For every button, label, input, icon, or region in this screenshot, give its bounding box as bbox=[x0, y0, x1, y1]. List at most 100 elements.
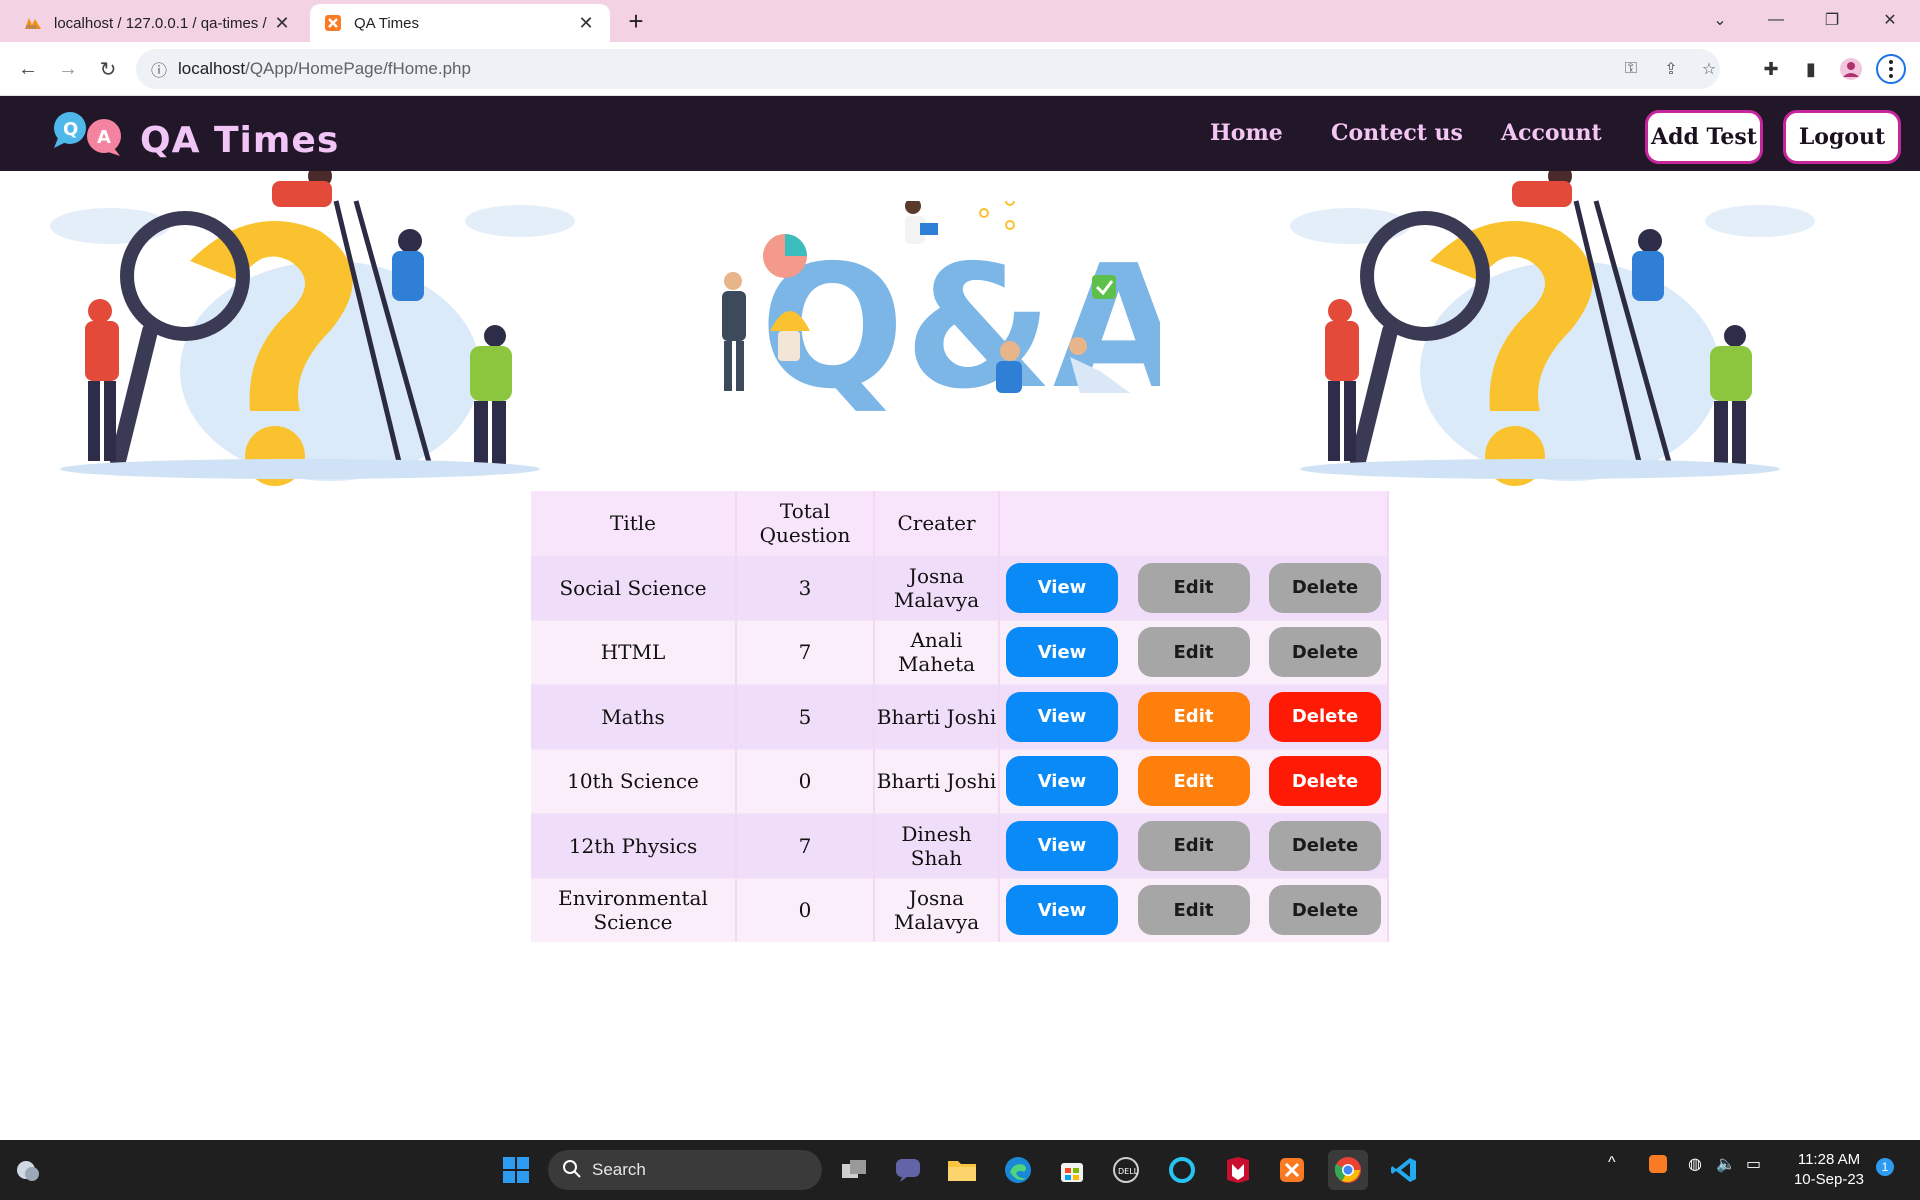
header-actions bbox=[1000, 491, 1389, 555]
cell-actions: View Edit Delete bbox=[1000, 748, 1389, 813]
cell-title: 10th Science bbox=[531, 748, 737, 813]
svg-text:A: A bbox=[97, 127, 111, 148]
view-button[interactable]: View bbox=[1006, 820, 1118, 871]
xampp-taskbar-icon[interactable] bbox=[1272, 1150, 1312, 1190]
cell-total-question: 7 bbox=[737, 813, 875, 878]
new-tab-button[interactable]: + bbox=[622, 8, 650, 36]
nav-home[interactable]: Home bbox=[1210, 120, 1283, 146]
dell-icon[interactable]: DELL bbox=[1106, 1150, 1146, 1190]
view-button[interactable]: View bbox=[1006, 691, 1118, 742]
edit-button[interactable]: Edit bbox=[1137, 691, 1250, 742]
forward-icon[interactable]: → bbox=[54, 55, 82, 83]
delete-button[interactable]: Delete bbox=[1269, 562, 1381, 613]
cell-total-question: 7 bbox=[737, 619, 875, 684]
close-tab-icon[interactable]: ✕ bbox=[272, 13, 292, 33]
cell-creator: Bharti Joshi bbox=[875, 684, 1000, 749]
edit-button[interactable]: Edit bbox=[1137, 885, 1250, 936]
close-tab-icon[interactable]: ✕ bbox=[576, 13, 596, 33]
back-icon[interactable]: ← bbox=[14, 55, 42, 83]
cell-total-question: 0 bbox=[737, 748, 875, 813]
delete-button[interactable]: Delete bbox=[1269, 756, 1381, 807]
tab-phpmyadmin[interactable]: PMA localhost / 127.0.0.1 / qa-times / ✕ bbox=[10, 4, 306, 42]
vscode-icon[interactable] bbox=[1384, 1150, 1424, 1190]
start-windows-icon[interactable] bbox=[496, 1150, 536, 1190]
cell-actions: View Edit Delete bbox=[1000, 877, 1389, 942]
site-info-icon[interactable]: ⓘ bbox=[148, 58, 170, 80]
system-clock[interactable]: 11:28 AM 10-Sep-23 bbox=[1786, 1150, 1872, 1190]
url-text: localhost/QApp/HomePage/fHome.php bbox=[178, 59, 471, 78]
add-test-button[interactable]: Add Test bbox=[1645, 110, 1763, 164]
language-globe-icon[interactable]: ◍ bbox=[1688, 1154, 1702, 1174]
file-explorer-icon[interactable] bbox=[942, 1150, 982, 1190]
header-total-question: Total Question bbox=[737, 491, 875, 555]
edit-button[interactable]: Edit bbox=[1137, 627, 1250, 678]
restore-icon[interactable]: ❐ bbox=[1812, 4, 1852, 36]
cell-actions: View Edit Delete bbox=[1000, 684, 1389, 749]
delete-button[interactable]: Delete bbox=[1269, 885, 1381, 936]
reload-icon[interactable]: ↻ bbox=[94, 55, 122, 83]
svg-text:Q: Q bbox=[63, 119, 78, 140]
cell-creator: Anali Maheta bbox=[875, 619, 1000, 684]
site-title: QA Times bbox=[140, 120, 340, 161]
edge-icon[interactable] bbox=[998, 1150, 1038, 1190]
weather-icon[interactable] bbox=[8, 1150, 48, 1190]
svg-text:PMA: PMA bbox=[26, 25, 37, 30]
chrome-taskbar-icon[interactable] bbox=[1328, 1150, 1368, 1190]
windows-taskbar: Search DELL ^ ◍ 🔈 ▭ 11:28 AM 10-Sep-23 1 bbox=[0, 1140, 1920, 1200]
profile-avatar-icon[interactable] bbox=[1836, 54, 1866, 84]
cell-title: Social Science bbox=[531, 555, 737, 620]
cell-actions: View Edit Delete bbox=[1000, 555, 1389, 620]
clock-date: 10-Sep-23 bbox=[1793, 1171, 1865, 1188]
view-button[interactable]: View bbox=[1006, 562, 1118, 613]
edit-button[interactable]: Edit bbox=[1137, 562, 1250, 613]
battery-icon[interactable]: ▭ bbox=[1746, 1154, 1761, 1174]
close-window-icon[interactable]: ✕ bbox=[1870, 4, 1910, 36]
delete-button[interactable]: Delete bbox=[1269, 627, 1381, 678]
cell-creator: Josna Malavya bbox=[875, 555, 1000, 620]
view-button[interactable]: View bbox=[1006, 756, 1118, 807]
address-bar[interactable]: ⓘ localhost/QApp/HomePage/fHome.php ⚿ ⇪ … bbox=[136, 49, 1720, 89]
share-icon[interactable]: ⇪ bbox=[1660, 58, 1682, 80]
cell-creator: Dinesh Shah bbox=[875, 813, 1000, 878]
bookmark-star-icon[interactable]: ☆ bbox=[1698, 58, 1720, 80]
edit-button[interactable]: Edit bbox=[1137, 820, 1250, 871]
nav-contact-us[interactable]: Contect us bbox=[1331, 120, 1463, 146]
table-row: 10th Science 0 Bharti Joshi View Edit Delete bbox=[531, 748, 1389, 813]
notification-badge[interactable]: 1 bbox=[1876, 1158, 1894, 1176]
key-icon[interactable]: ⚿ bbox=[1620, 58, 1642, 80]
alexa-icon[interactable] bbox=[1162, 1150, 1202, 1190]
cell-actions: View Edit Delete bbox=[1000, 813, 1389, 878]
tab-search-icon[interactable]: ⌄ bbox=[1700, 4, 1740, 36]
delete-button[interactable]: Delete bbox=[1269, 691, 1381, 742]
logout-button[interactable]: Logout bbox=[1783, 110, 1901, 164]
view-button[interactable]: View bbox=[1006, 885, 1118, 936]
side-panel-icon[interactable]: ▮ bbox=[1796, 54, 1826, 84]
nav-account[interactable]: Account bbox=[1501, 120, 1602, 146]
cell-actions: View Edit Delete bbox=[1000, 619, 1389, 684]
tab-qa-times[interactable]: QA Times ✕ bbox=[310, 4, 610, 42]
volume-icon[interactable]: 🔈 bbox=[1716, 1154, 1736, 1174]
taskbar-search-input[interactable]: Search bbox=[548, 1150, 822, 1190]
show-hidden-icons-icon[interactable]: ^ bbox=[1608, 1154, 1616, 1172]
cell-title: Environmental Science bbox=[531, 877, 737, 942]
task-view-icon[interactable] bbox=[834, 1150, 874, 1190]
extensions-icon[interactable]: ✚ bbox=[1756, 54, 1786, 84]
browser-menu-icon[interactable] bbox=[1876, 54, 1906, 84]
edit-button[interactable]: Edit bbox=[1137, 756, 1250, 807]
header-creator: Creater bbox=[875, 491, 1000, 555]
qa-illustration: Q&A bbox=[722, 201, 1160, 421]
cell-total-question: 5 bbox=[737, 684, 875, 749]
header-title: Title bbox=[531, 491, 737, 555]
xampp-tray-icon[interactable] bbox=[1648, 1154, 1668, 1179]
tests-table: Title Total Question Creater Social Scie… bbox=[531, 491, 1389, 942]
browser-toolbar: ← → ↻ ⓘ localhost/QApp/HomePage/fHome.ph… bbox=[0, 42, 1920, 96]
delete-button[interactable]: Delete bbox=[1269, 820, 1381, 871]
mcafee-icon[interactable] bbox=[1218, 1150, 1258, 1190]
clock-time: 11:28 AM bbox=[1797, 1151, 1861, 1168]
search-icon bbox=[562, 1159, 582, 1184]
cell-title: HTML bbox=[531, 619, 737, 684]
teams-chat-icon[interactable] bbox=[888, 1150, 928, 1190]
view-button[interactable]: View bbox=[1006, 627, 1118, 678]
store-icon[interactable] bbox=[1052, 1150, 1092, 1190]
minimize-icon[interactable]: — bbox=[1756, 4, 1796, 36]
